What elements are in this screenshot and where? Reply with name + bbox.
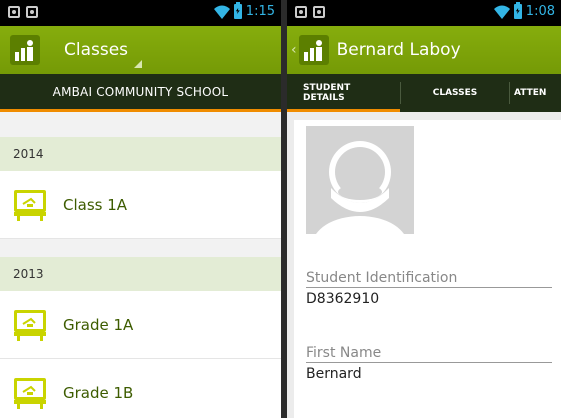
wifi-icon	[493, 5, 510, 19]
student-details-card: Student Identification D8362910 First Na…	[294, 120, 561, 418]
tab-label: STUDENT	[303, 83, 351, 93]
status-bar: 1:08	[287, 0, 561, 26]
battery-icon	[513, 2, 522, 19]
battery-icon	[233, 2, 242, 19]
list-item-grade-1a[interactable]: Grade 1A	[0, 291, 281, 359]
first-name-value: Bernard	[306, 366, 362, 382]
wifi-icon	[213, 5, 230, 19]
school-name: AMBAI COMMUNITY SCHOOL	[52, 84, 229, 99]
page-title[interactable]: Classes	[64, 40, 128, 60]
tab-student-details[interactable]: STUDENT DETAILS	[287, 74, 400, 112]
tab-label: CLASSES	[432, 88, 478, 98]
page-title: Bernard Laboy	[336, 40, 461, 60]
action-bar: Classes	[0, 26, 281, 74]
classroom-board-icon	[14, 377, 46, 409]
tab-label: DETAILS	[303, 93, 345, 103]
notification-icons	[8, 6, 38, 18]
student-id-label: Student Identification	[306, 270, 552, 288]
tab-label: ATTEN	[514, 88, 547, 98]
dropdown-indicator-icon[interactable]	[134, 60, 142, 68]
classroom-board-icon	[14, 309, 46, 341]
app-logo-icon[interactable]	[298, 35, 329, 65]
tab-attendance[interactable]: ATTEN	[510, 74, 546, 112]
student-id-value: D8362910	[306, 291, 380, 307]
list-item-class-1a[interactable]: Class 1A	[0, 171, 281, 239]
status-bar: 1:15	[0, 0, 281, 26]
tab-classes[interactable]: CLASSES	[401, 74, 509, 112]
avatar-placeholder-icon	[306, 126, 414, 234]
classes-screen: 1:15 Classes AMBAI COMMUNITY SCHOOL 2014…	[0, 0, 281, 418]
notification-icon	[8, 6, 20, 18]
notification-icon	[313, 6, 325, 18]
class-list: 2014 Class 1A 2013 Grade 1A Grade 1B	[0, 112, 281, 418]
back-chevron-icon[interactable]: ‹	[291, 42, 297, 58]
first-name-label: First Name	[306, 345, 552, 363]
list-item-label: Grade 1B	[63, 383, 134, 402]
section-year: 2014	[13, 147, 44, 161]
section-header-2014: 2014	[0, 137, 281, 171]
notification-icons	[295, 6, 325, 18]
section-year: 2013	[13, 267, 44, 281]
classroom-board-icon	[14, 189, 46, 221]
notification-icon	[295, 6, 307, 18]
section-header-2013: 2013	[0, 257, 281, 291]
list-item-label: Grade 1A	[63, 315, 134, 334]
student-details-screen: 1:08 ‹ Bernard Laboy STUDENT DETAILS CLAS…	[287, 0, 561, 418]
app-logo-icon[interactable]	[10, 35, 40, 65]
list-item-grade-1b[interactable]: Grade 1B	[0, 359, 281, 418]
school-name-bar: AMBAI COMMUNITY SCHOOL	[0, 74, 281, 112]
notification-icon	[26, 6, 38, 18]
status-time: 1:15	[245, 4, 275, 19]
status-time: 1:08	[525, 4, 555, 19]
tab-bar: STUDENT DETAILS CLASSES ATTEN	[287, 74, 561, 112]
action-bar: ‹ Bernard Laboy	[287, 26, 561, 74]
list-item-label: Class 1A	[63, 195, 128, 214]
